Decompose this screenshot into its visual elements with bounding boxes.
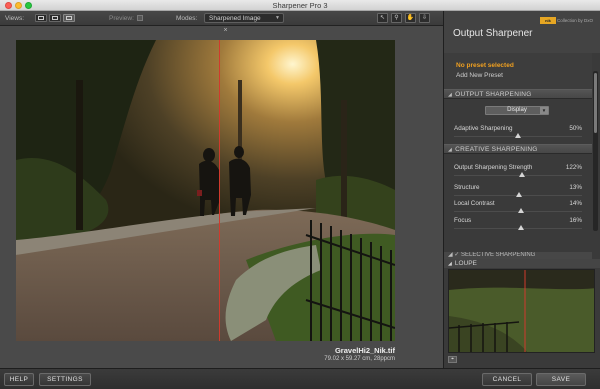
zoom-icon: ⚲ xyxy=(394,15,399,21)
pointer-icon: ↖ xyxy=(379,15,386,21)
disclosure-triangle-icon: ◢ ✓ xyxy=(448,252,461,258)
output-strength-slider[interactable]: Output Sharpening Strength 122% xyxy=(454,164,582,182)
focus-slider[interactable]: Focus 16% xyxy=(454,217,582,235)
save-tool-button[interactable]: ⇩ xyxy=(419,13,430,23)
save-icon: ⇩ xyxy=(421,15,428,21)
slider-value: 16% xyxy=(569,217,582,224)
zoom-tool-button[interactable]: ⚲ xyxy=(391,13,402,23)
settings-button[interactable]: SETTINGS xyxy=(39,373,91,386)
panel-title: Output Sharpener xyxy=(453,28,533,39)
selective-sharpening-header[interactable]: ◢ ✓ SELECTIVE SHARPENING xyxy=(444,252,592,259)
preview-image[interactable] xyxy=(16,40,395,341)
panel-header: nik Collection by DxO Output Sharpener xyxy=(444,11,600,53)
creative-sharpening-section: Output Sharpening Strength 122% Structur… xyxy=(444,154,592,252)
slider-thumb[interactable] xyxy=(517,208,524,213)
selective-sharpening-title: SELECTIVE SHARPENING xyxy=(460,252,536,258)
image-canvas[interactable]: × GravelHi2_Nik.tif 79.02 x 59.27 cm, 28… xyxy=(0,26,443,368)
slider-thumb[interactable] xyxy=(517,225,524,230)
bottom-bar: HELP SETTINGS CANCEL SAVE xyxy=(0,368,600,389)
loupe-header[interactable]: ◢ LOUPE xyxy=(444,259,600,268)
output-sharpening-header[interactable]: ◢ OUTPUT SHARPENING xyxy=(444,89,592,99)
preset-status: No preset selected xyxy=(456,62,514,69)
chevron-down-icon: ▼ xyxy=(275,15,280,21)
window-title: Sharpener Pro 3 xyxy=(272,1,328,10)
save-button[interactable]: SAVE xyxy=(536,373,586,386)
creative-sharpening-header[interactable]: ◢ CREATIVE SHARPENING xyxy=(444,144,592,154)
nik-logo: nik xyxy=(540,17,556,24)
views-label: Views: xyxy=(5,15,25,22)
split-view-icon xyxy=(52,16,58,20)
pointer-tool-button[interactable]: ↖ xyxy=(377,13,388,23)
single-view-button[interactable] xyxy=(35,14,47,22)
output-sharpening-section: Display ▼ Adaptive Sharpening 50% xyxy=(444,99,592,144)
slider-label: Focus xyxy=(454,217,472,224)
modes-dropdown-value: Sharpened Image xyxy=(209,15,261,22)
brand-text: Collection by DxO xyxy=(557,18,594,23)
slider-value: 50% xyxy=(569,125,582,132)
image-dimensions: 79.02 x 59.27 cm, 28ppcm xyxy=(324,356,395,362)
loupe-image xyxy=(449,270,594,352)
output-type-dropdown[interactable]: Display ▼ xyxy=(485,106,549,115)
pin-icon: ⌖ xyxy=(451,356,454,362)
slider-value: 122% xyxy=(565,164,582,171)
slider-thumb[interactable] xyxy=(515,133,521,138)
slider-value: 14% xyxy=(569,200,582,207)
disclosure-triangle-icon: ◢ xyxy=(448,147,453,153)
modes-label: Modes: xyxy=(176,15,198,22)
slider-label: Output Sharpening Strength xyxy=(454,164,533,171)
hand-icon: ✋ xyxy=(406,15,415,21)
image-filename: GravelHi2_Nik.tif xyxy=(334,346,395,355)
preview-checkbox[interactable] xyxy=(137,15,143,21)
toolbar: Views: Preview: Modes: Sharpened Image ▼… xyxy=(0,11,443,26)
preview-label: Preview: xyxy=(109,15,134,22)
hand-tool-button[interactable]: ✋ xyxy=(405,13,416,23)
split-handle-icon[interactable]: × xyxy=(222,27,229,34)
single-view-icon xyxy=(38,16,44,20)
split-divider[interactable] xyxy=(219,40,220,341)
side-by-side-icon xyxy=(66,16,72,20)
slider-label: Structure xyxy=(454,184,480,191)
slider-thumb[interactable] xyxy=(518,172,525,177)
output-sharpening-title: OUTPUT SHARPENING xyxy=(455,91,532,98)
slider-value: 13% xyxy=(569,184,582,191)
loupe-title: LOUPE xyxy=(454,260,477,267)
help-button[interactable]: HELP xyxy=(4,373,34,386)
disclosure-triangle-icon: ◢ xyxy=(448,92,453,98)
panel-scrollbar[interactable] xyxy=(593,71,598,231)
filter-panel: nik Collection by DxO Output Sharpener N… xyxy=(443,11,600,368)
split-view-button[interactable] xyxy=(49,14,61,22)
loupe-view[interactable] xyxy=(448,269,595,353)
local-contrast-slider[interactable]: Local Contrast 14% xyxy=(454,200,582,218)
modes-dropdown[interactable]: Sharpened Image ▼ xyxy=(204,13,284,23)
creative-sharpening-title: CREATIVE SHARPENING xyxy=(455,146,538,153)
side-by-side-view-button[interactable] xyxy=(63,14,75,22)
output-type-value: Display xyxy=(507,107,527,113)
adaptive-sharpening-slider[interactable]: Adaptive Sharpening 50% xyxy=(454,125,582,143)
add-preset-link[interactable]: Add New Preset xyxy=(456,72,503,79)
disclosure-triangle-icon: ◢ xyxy=(448,261,452,267)
slider-label: Adaptive Sharpening xyxy=(454,125,513,132)
title-bar: Sharpener Pro 3 xyxy=(0,0,600,11)
scrollbar-thumb[interactable] xyxy=(594,73,597,133)
preset-area: No preset selected Add New Preset xyxy=(444,53,592,89)
slider-label: Local Contrast xyxy=(454,200,495,207)
slider-thumb[interactable] xyxy=(516,192,523,197)
cancel-button[interactable]: CANCEL xyxy=(482,373,532,386)
chevron-down-icon: ▼ xyxy=(540,107,548,114)
loupe-pin-button[interactable]: ⌖ xyxy=(448,356,457,363)
park-path-photo xyxy=(16,40,395,341)
